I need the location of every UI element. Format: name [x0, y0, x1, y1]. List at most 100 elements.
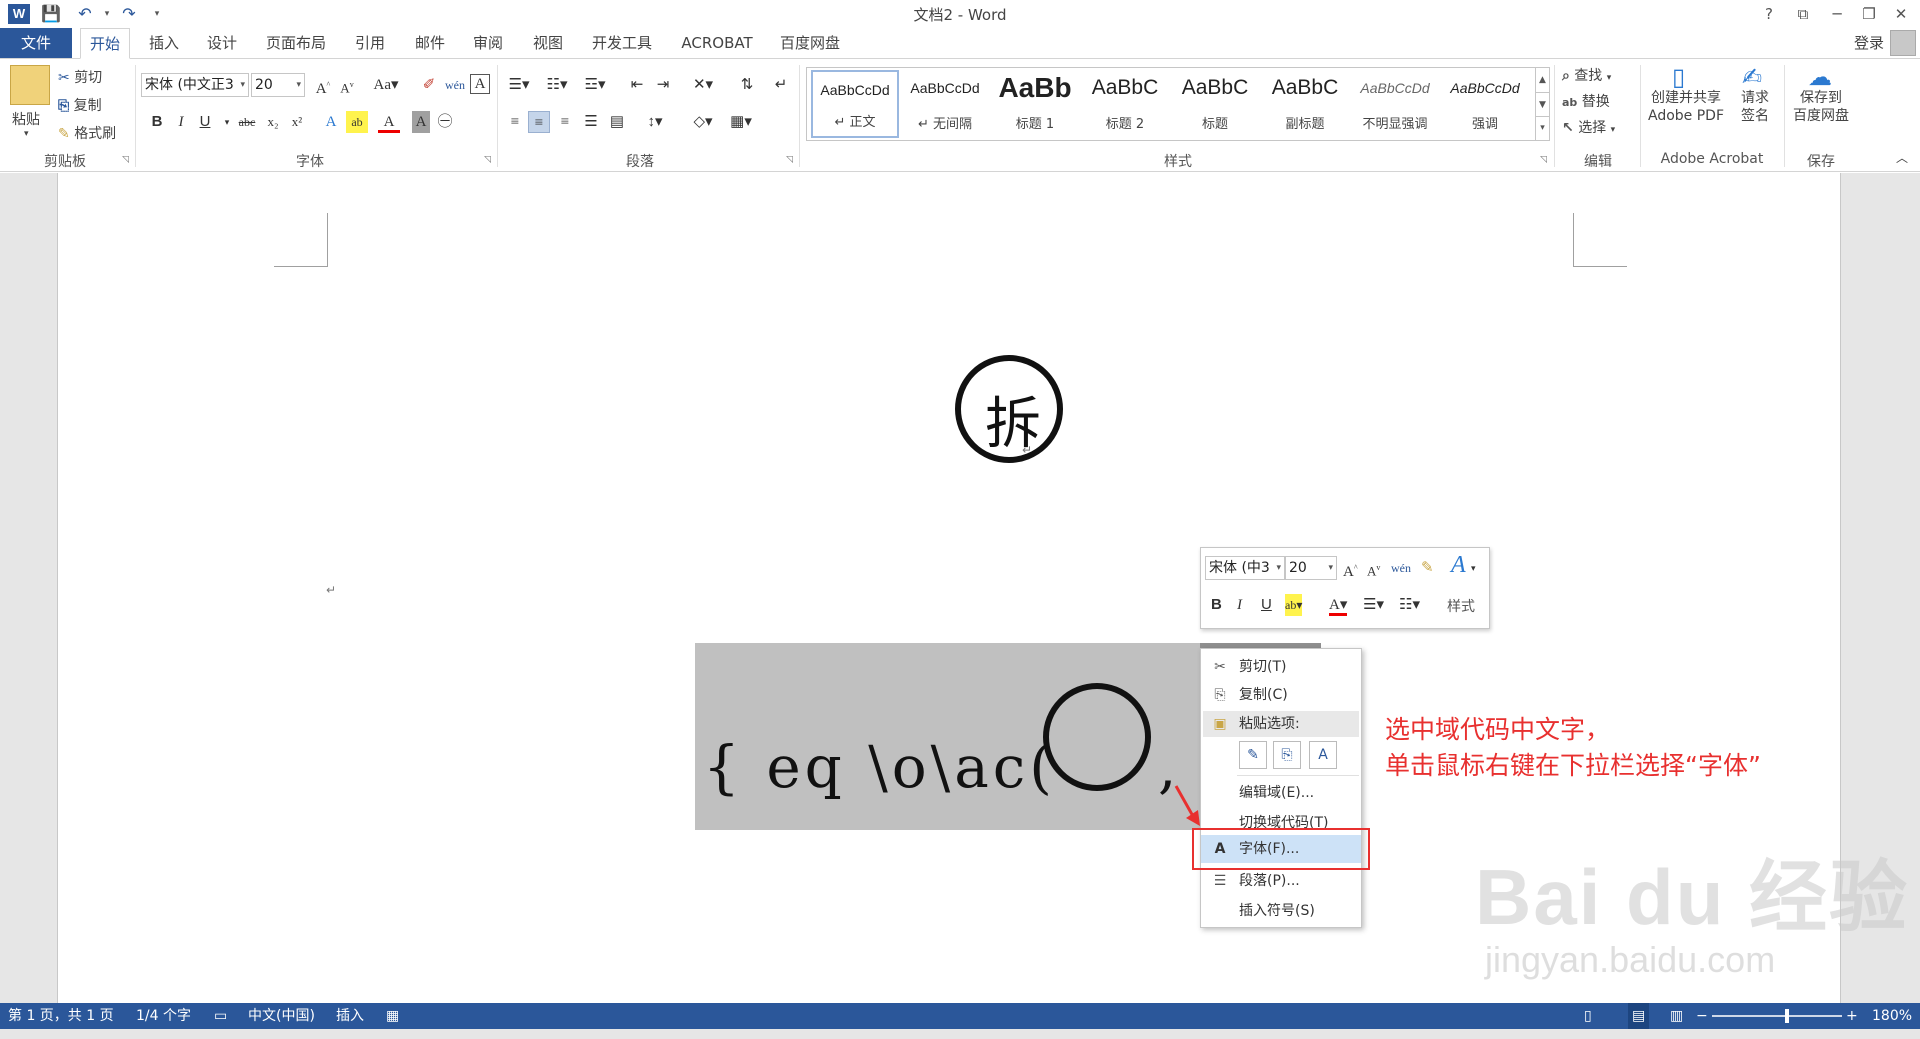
mini-styles-label[interactable]: 样式 [1447, 596, 1475, 618]
zoom-level[interactable]: 180% [1872, 1003, 1912, 1029]
request-signature-button[interactable]: 请求 签名 [1730, 89, 1780, 125]
strikethrough-icon[interactable]: abc [234, 111, 260, 133]
align-center-icon[interactable]: ≡ [528, 111, 550, 133]
close-button[interactable]: ✕ [1884, 2, 1918, 26]
mini-numbering-icon[interactable]: ☷▾ [1399, 594, 1420, 616]
style-normal[interactable]: AaBbCcDd ↵ 正文 [811, 70, 899, 138]
bullets-icon[interactable]: ☰▾ [504, 74, 534, 96]
align-left-icon[interactable]: ≡ [504, 111, 526, 133]
paste-button[interactable]: 粘贴 [12, 109, 40, 129]
tab-view[interactable]: 视图 [526, 28, 570, 58]
tab-layout[interactable]: 页面布局 [260, 28, 332, 58]
scroll-up-icon[interactable]: ▲ [1536, 68, 1549, 92]
tab-review[interactable]: 审阅 [466, 28, 510, 58]
style-heading-1[interactable]: AaBb 标题 1 [991, 70, 1079, 138]
tab-developer[interactable]: 开发工具 [584, 28, 660, 58]
replace-button[interactable]: ab 替换 [1562, 91, 1610, 111]
shrink-font-icon[interactable]: Av [336, 74, 358, 96]
mini-bullets-icon[interactable]: ☰▾ [1363, 594, 1384, 616]
multilevel-list-icon[interactable]: ☲▾ [580, 74, 610, 96]
font-color-icon[interactable]: A [378, 111, 400, 133]
style-heading-2[interactable]: AaBbC 标题 2 [1081, 70, 1169, 138]
format-painter-button[interactable]: ✎ 格式刷 [58, 123, 116, 143]
chinese-layout-icon[interactable]: ✕▾ [688, 74, 718, 96]
style-subtle-emphasis[interactable]: AaBbCcDd 不明显强调 [1351, 70, 1439, 138]
mini-font-size-combo[interactable]: 20 ▾ [1285, 556, 1337, 580]
style-emphasis[interactable]: AaBbCcDd 强调 [1441, 70, 1529, 138]
mini-styles-icon[interactable]: A [1451, 553, 1466, 577]
tab-acrobat[interactable]: ACROBAT [676, 28, 758, 58]
menu-item-copy[interactable]: ⎘ 复制(C) [1201, 681, 1361, 709]
ribbon-display-options-button[interactable]: ⧉ [1786, 2, 1820, 26]
status-word-count[interactable]: 1/4 个字 [136, 1003, 191, 1029]
borders-icon[interactable]: ▦▾ [726, 111, 756, 133]
paste-icon[interactable] [10, 65, 50, 105]
change-case-icon[interactable]: Aa▾ [368, 74, 404, 96]
paragraph-launcher-icon[interactable]: ◹ [786, 155, 796, 165]
underline-icon[interactable]: U [194, 111, 216, 133]
help-button[interactable]: ? [1752, 2, 1786, 26]
mini-font-color-icon[interactable]: A▾ [1329, 594, 1348, 616]
menu-item-insert-symbol[interactable]: 插入符号(S) [1201, 897, 1361, 925]
tab-references[interactable]: 引用 [348, 28, 392, 58]
proofing-icon[interactable]: ▭ [214, 1003, 227, 1029]
mini-shrink-font-icon[interactable]: Av [1367, 557, 1380, 579]
italic-icon[interactable]: I [170, 111, 192, 133]
increase-indent-icon[interactable]: ⇥ [652, 74, 674, 96]
save-to-baidu-button[interactable]: 保存到 百度网盘 [1788, 89, 1854, 125]
mini-phonetic-icon[interactable]: wén [1391, 557, 1411, 579]
text-effects-icon[interactable]: A [320, 111, 342, 133]
sort-icon[interactable]: ⇅ [736, 74, 758, 96]
avatar[interactable] [1890, 30, 1916, 56]
font-launcher-icon[interactable]: ◹ [484, 155, 494, 165]
style-subtitle[interactable]: AaBbC 副标题 [1261, 70, 1349, 138]
scroll-down-icon[interactable]: ▼ [1536, 92, 1549, 116]
enclose-characters-icon[interactable]: ㊀ [434, 111, 456, 133]
show-marks-icon[interactable]: ↵ [770, 74, 792, 96]
status-insert-mode[interactable]: 插入 [336, 1003, 364, 1029]
mini-italic-icon[interactable]: I [1237, 594, 1242, 616]
sign-in-link[interactable]: 登录 [1854, 28, 1884, 58]
enclosed-character[interactable]: 拆 [973, 379, 1053, 460]
decrease-indent-icon[interactable]: ⇤ [626, 74, 648, 96]
zoom-out-icon[interactable]: − [1696, 1003, 1708, 1029]
field-code-text[interactable]: { eq \o\ac( [703, 733, 1056, 801]
mini-underline-icon[interactable]: U [1261, 594, 1272, 616]
subscript-icon[interactable]: x₂ [262, 111, 284, 133]
print-layout-icon[interactable]: ▤ [1628, 1003, 1650, 1029]
tab-home[interactable]: 开始 [80, 28, 130, 59]
style-title[interactable]: AaBbC 标题 [1171, 70, 1259, 138]
mini-bold-icon[interactable]: B [1211, 594, 1222, 616]
align-right-icon[interactable]: ≡ [554, 111, 576, 133]
styles-launcher-icon[interactable]: ◹ [1540, 155, 1550, 165]
menu-item-edit-field[interactable]: 编辑域(E)... [1201, 779, 1361, 807]
mini-grow-font-icon[interactable]: A^ [1343, 557, 1358, 580]
zoom-in-icon[interactable]: + [1846, 1003, 1858, 1029]
tab-insert[interactable]: 插入 [142, 28, 186, 58]
macro-icon[interactable]: ▦ [386, 1003, 399, 1029]
select-button[interactable]: ↖ 选择 ▾ [1562, 117, 1615, 137]
paste-keep-format-icon[interactable]: ✎ [1239, 741, 1267, 769]
find-button[interactable]: ⌕ 查找 ▾ [1562, 65, 1611, 85]
font-size-combo[interactable]: 20 ▾ [251, 73, 305, 97]
zoom-slider-handle[interactable] [1785, 1009, 1789, 1023]
minimize-button[interactable]: ─ [1820, 2, 1854, 26]
bold-icon[interactable]: B [146, 111, 168, 133]
phonetic-guide-icon[interactable]: wén [444, 74, 466, 96]
status-page[interactable]: 第 1 页，共 1 页 [8, 1003, 114, 1029]
chevron-down-icon[interactable]: ▾ [1471, 557, 1476, 579]
tab-baidu-netdisk[interactable]: 百度网盘 [774, 28, 846, 58]
zoom-slider[interactable] [1712, 1015, 1842, 1017]
styles-scroll[interactable]: ▲ ▼ ▾ [1535, 68, 1549, 140]
paste-merge-format-icon[interactable]: ⎘ [1273, 741, 1301, 769]
style-no-spacing[interactable]: AaBbCcDd ↵ 无间隔 [901, 70, 989, 138]
create-share-pdf-button[interactable]: 创建并共享 Adobe PDF [1648, 89, 1724, 125]
cut-button[interactable]: ✂ 剪切 [58, 67, 102, 87]
copy-button[interactable]: ⎘ 复制 [58, 95, 102, 115]
shading-icon[interactable]: ◇▾ [688, 111, 718, 133]
menu-item-cut[interactable]: ✂ 剪切(T) [1201, 653, 1361, 681]
menu-item-paragraph[interactable]: ☰ 段落(P)... [1201, 867, 1361, 895]
collapse-ribbon-icon[interactable]: ︿ [1896, 149, 1908, 166]
paste-dropdown-icon[interactable]: ▾ [24, 129, 29, 139]
superscript-icon[interactable]: x² [286, 111, 308, 133]
